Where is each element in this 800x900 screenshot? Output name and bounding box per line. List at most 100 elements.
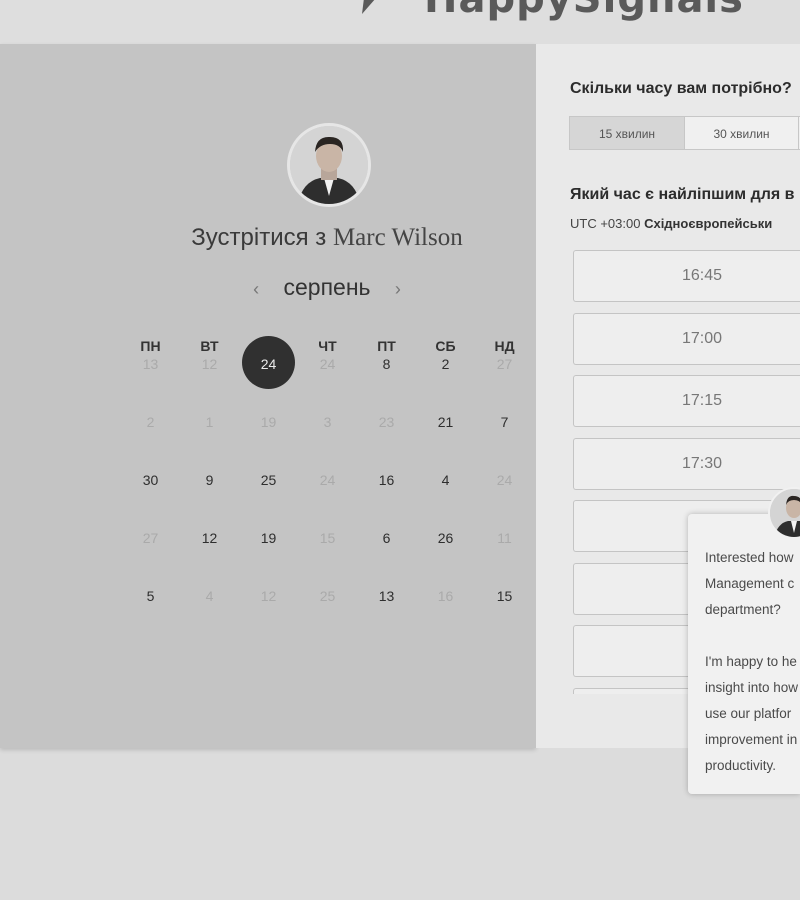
calendar-day[interactable]: 2	[416, 354, 475, 412]
calendar-day[interactable]: 7	[475, 412, 534, 470]
calendar-day-number: 8	[382, 356, 391, 372]
calendar-day: 24	[475, 470, 534, 528]
duration-selector: 15 хвилин 30 хвилин	[569, 116, 800, 150]
calendar-day-number: 24	[260, 356, 277, 372]
calendar-day-number: 16	[378, 472, 395, 488]
calendar-day[interactable]: 13	[357, 586, 416, 644]
page-header: HappySignals	[0, 0, 800, 44]
calendar-day-number: 7	[500, 414, 509, 430]
calendar-day-number: 25	[319, 588, 336, 604]
calendar-day[interactable]: 25	[239, 470, 298, 528]
chat-line: improvement in	[705, 732, 798, 747]
next-month-chevron-icon[interactable]: ›	[383, 279, 413, 300]
calendar-day-number: 30	[142, 472, 159, 488]
calendar-day-number: 19	[260, 530, 277, 546]
chat-line: Interested how	[705, 550, 794, 565]
calendar-day-number: 15	[319, 530, 336, 546]
calendar-day[interactable]: 15	[475, 586, 534, 644]
calendar-day[interactable]: 4	[416, 470, 475, 528]
time-slot[interactable]: 17:15	[573, 375, 800, 427]
calendar-day: 24	[298, 470, 357, 528]
prev-month-chevron-icon[interactable]: ‹	[241, 279, 271, 300]
calendar-day: 11	[475, 528, 534, 586]
calendar-day: 4	[180, 586, 239, 644]
calendar-day[interactable]: 26	[416, 528, 475, 586]
person-avatar-icon	[770, 489, 800, 537]
calendar-day: 12	[239, 586, 298, 644]
chat-message: Interested how Management c department? …	[705, 545, 800, 779]
calendar-day-number: 24	[496, 472, 513, 488]
calendar-day[interactable]: 19	[239, 528, 298, 586]
duration-30-button[interactable]: 30 хвилин	[685, 116, 799, 150]
time-slot[interactable]: 16:45	[573, 250, 800, 302]
timezone-name: Східноєвропейськи	[644, 216, 773, 231]
chat-line: department?	[705, 602, 781, 617]
calendar-day[interactable]: 8	[357, 354, 416, 412]
chat-line: Management c	[705, 576, 795, 591]
calendar-day: 13	[121, 354, 180, 412]
timezone-offset: UTC +03:00	[570, 216, 641, 231]
calendar-day-selected[interactable]: 24	[239, 336, 298, 412]
calendar-day-number: 11	[497, 530, 512, 546]
weekday-label: ВТ	[200, 338, 219, 354]
calendar-day: 3	[298, 412, 357, 470]
chat-line: insight into how	[705, 680, 799, 695]
calendar-day-number: 23	[378, 414, 395, 430]
calendar-day: 24	[298, 354, 357, 412]
calendar-day[interactable]: 12	[180, 528, 239, 586]
calendar-day-number: 24	[319, 472, 336, 488]
calendar-day-number: 3	[323, 414, 332, 430]
weekday-label: СБ	[435, 338, 456, 354]
meeting-prefix: Зустрітися з	[191, 224, 327, 251]
host-avatar	[287, 123, 371, 207]
timezone-label[interactable]: UTC +03:00 Східноєвропейськи	[570, 216, 772, 231]
calendar-day[interactable]: 21	[416, 412, 475, 470]
time-slot[interactable]: 17:00	[573, 312, 800, 365]
calendar-day: 23	[357, 412, 416, 470]
calendar-day-number: 2	[441, 356, 450, 372]
calendar-day-number: 4	[205, 588, 214, 604]
calendar-day-number: 21	[437, 414, 454, 430]
person-avatar-icon	[290, 126, 368, 204]
calendar-day-number: 27	[142, 530, 159, 546]
calendar-day-number: 19	[260, 414, 277, 430]
weekday-label: ПТ	[377, 338, 396, 354]
calendar-day-number: 13	[142, 356, 159, 372]
calendar-panel: Зустрітися з Marc Wilson ‹ серпень › ПН …	[0, 44, 536, 748]
calendar-day: 25	[298, 586, 357, 644]
calendar-day-number: 15	[496, 588, 513, 604]
weekday-label: ПН	[140, 338, 161, 354]
calendar-days: 13 12 24 24 8 2 27 2 1 19 3 23 21 7 30 9 25 24 16 4 24 27 12 19…	[121, 336, 534, 644]
current-month: серпень	[283, 274, 371, 300]
calendar-day-number: 4	[441, 472, 450, 488]
calendar-day: 2	[121, 412, 180, 470]
calendar-day: 15	[298, 528, 357, 586]
calendar-day-number: 26	[437, 530, 454, 546]
calendar-day[interactable]: 30	[121, 470, 180, 528]
calendar-day-number: 1	[205, 414, 214, 430]
duration-question: Скільки часу вам потрібно?	[570, 80, 792, 97]
host-name: Marc Wilson	[332, 224, 463, 251]
calendar-week-row: 30 9 25 24 16 4 24	[121, 470, 534, 528]
time-slot[interactable]: 17:30	[573, 437, 800, 490]
weekday-label: НД	[494, 338, 515, 354]
calendar-day[interactable]: 16	[357, 470, 416, 528]
chat-popup[interactable]: Interested how Management c department? …	[688, 514, 800, 794]
calendar-day: 16	[416, 586, 475, 644]
chat-line: productivity.	[705, 758, 777, 773]
brand-logo-text: HappySignals	[424, 0, 744, 22]
duration-15-button[interactable]: 15 хвилин	[569, 116, 685, 150]
calendar-day-number: 27	[496, 356, 513, 372]
weekday-header: ПН ВТ СР ЧТ ПТ СБ НД	[121, 338, 534, 354]
calendar-day-number: 16	[437, 588, 454, 604]
calendar-day: 19	[239, 412, 298, 470]
calendar-day[interactable]: 6	[357, 528, 416, 586]
calendar-day-number: 24	[319, 356, 336, 372]
weekday-label: ЧТ	[318, 338, 337, 354]
calendar-day-number: 12	[201, 530, 218, 546]
calendar-day-number: 9	[205, 472, 214, 488]
calendar-day[interactable]: 9	[180, 470, 239, 528]
calendar-day[interactable]: 5	[121, 586, 180, 644]
calendar-day: 27	[475, 354, 534, 412]
chat-line: I'm happy to he	[705, 654, 797, 669]
